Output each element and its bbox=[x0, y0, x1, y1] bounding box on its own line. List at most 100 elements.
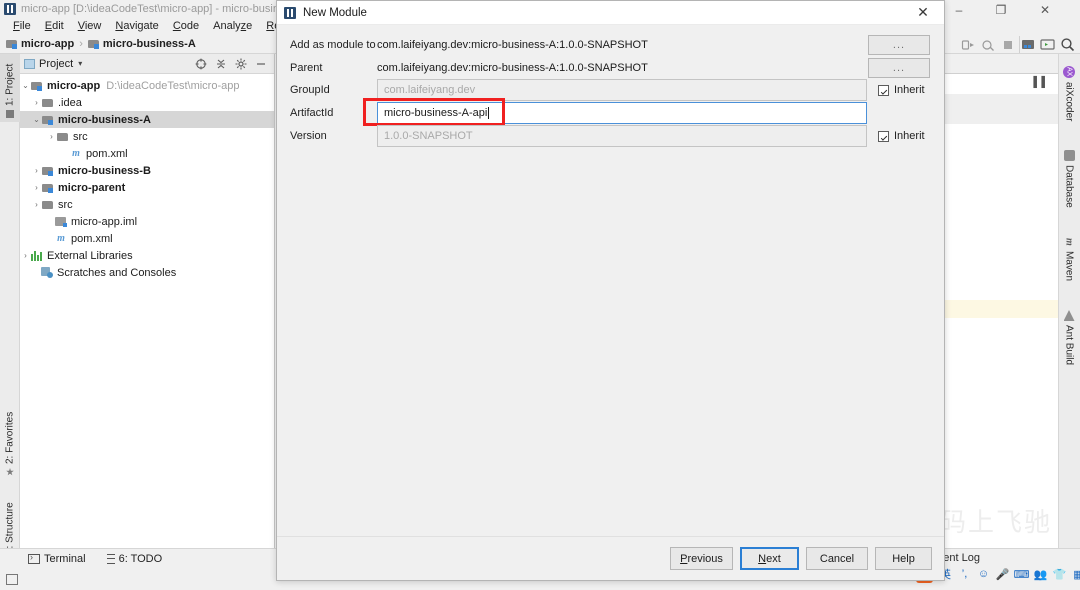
tool-tab-label: aiXcoder bbox=[1063, 82, 1075, 122]
module-icon bbox=[42, 115, 53, 125]
locate-icon[interactable] bbox=[194, 57, 207, 70]
next-button[interactable]: Next bbox=[740, 547, 799, 570]
form-row-parent: Parent com.laifeiyang.dev:micro-business… bbox=[290, 57, 648, 79]
breadcrumb-root[interactable]: micro-app bbox=[21, 38, 74, 50]
project-view-icon bbox=[24, 58, 35, 69]
intellij-logo-icon bbox=[284, 6, 296, 19]
menu-code[interactable]: Code bbox=[166, 18, 206, 35]
tree-node[interactable]: m pom.xml bbox=[20, 145, 274, 162]
previous-button[interactable]: Previous bbox=[670, 547, 733, 570]
field-label: Version bbox=[290, 130, 327, 142]
profile-icon[interactable] bbox=[979, 36, 996, 53]
checkbox-icon bbox=[878, 130, 889, 142]
tree-node[interactable]: › micro-parent bbox=[20, 179, 274, 196]
run-with-coverage-icon[interactable] bbox=[959, 36, 976, 53]
tree-node[interactable]: › .idea bbox=[20, 94, 274, 111]
ime-emoji-icon[interactable]: ☺ bbox=[977, 568, 990, 581]
tree-expand-arrow[interactable]: › bbox=[46, 132, 57, 141]
tree-node[interactable]: › src bbox=[20, 196, 274, 213]
library-icon bbox=[31, 250, 43, 261]
ant-build-icon bbox=[1063, 310, 1075, 321]
tool-tab-project[interactable]: 1: Project bbox=[0, 54, 20, 122]
field-label: Parent bbox=[290, 62, 323, 74]
window-maximize-button[interactable]: ❐ bbox=[984, 0, 1018, 20]
terminal-toggle-icon[interactable] bbox=[1039, 36, 1056, 53]
menu-view[interactable]: View bbox=[71, 18, 109, 35]
ime-microphone-icon[interactable]: 🎤 bbox=[996, 568, 1010, 581]
tree-node[interactable]: m pom.xml bbox=[20, 230, 274, 247]
tool-tab-ant-build[interactable]: Ant Build bbox=[1058, 306, 1080, 378]
menu-analyze[interactable]: Analyze bbox=[206, 18, 259, 35]
ime-user-icon[interactable]: 👥 bbox=[1034, 568, 1048, 581]
tree-expand-arrow[interactable]: › bbox=[31, 200, 42, 209]
ime-skin-icon[interactable]: 👕 bbox=[1053, 568, 1067, 581]
folder-icon bbox=[42, 98, 53, 108]
chevron-down-icon[interactable]: ▾ bbox=[78, 59, 82, 68]
ime-apps-icon[interactable]: ▦ bbox=[1072, 568, 1080, 581]
menu-file[interactable]: File bbox=[6, 18, 38, 35]
field-label: GroupId bbox=[290, 84, 330, 96]
tree-node[interactable]: micro-app.iml bbox=[20, 213, 274, 230]
tree-node[interactable]: › src bbox=[20, 128, 274, 145]
module-icon bbox=[87, 39, 99, 49]
tool-tab-favorites[interactable]: 2: Favorites bbox=[0, 394, 20, 480]
pause-icon[interactable]: ▐▐ bbox=[1030, 77, 1046, 88]
module-icon bbox=[42, 166, 53, 176]
ime-keyboard-icon[interactable]: ⌨ bbox=[1014, 568, 1030, 581]
bottom-tab-terminal[interactable]: Terminal bbox=[28, 552, 86, 565]
project-structure-icon[interactable] bbox=[1019, 36, 1036, 53]
dialog-close-button[interactable]: ✕ bbox=[902, 1, 944, 25]
tree-expand-arrow[interactable]: ⌄ bbox=[31, 115, 42, 124]
iml-file-icon bbox=[55, 216, 67, 227]
tree-node[interactable]: ⌄ micro-app D:\ideaCodeTest\micro-app bbox=[20, 77, 274, 94]
groupid-inherit-checkbox[interactable]: Inherit bbox=[878, 84, 925, 96]
folder-icon bbox=[42, 200, 53, 210]
tree-expand-arrow[interactable]: › bbox=[31, 98, 42, 107]
tool-tab-maven[interactable]: m Maven bbox=[1058, 232, 1080, 296]
status-bar-icon[interactable] bbox=[6, 573, 18, 585]
menu-edit[interactable]: Edit bbox=[38, 18, 71, 35]
version-input[interactable]: 1.0.0-SNAPSHOT bbox=[377, 125, 867, 147]
breadcrumb-current[interactable]: micro-business-A bbox=[103, 38, 196, 50]
maven-file-icon: m bbox=[72, 148, 80, 159]
tree-expand-arrow[interactable]: ⌄ bbox=[20, 81, 31, 90]
checkbox-label: Inherit bbox=[894, 130, 925, 142]
database-icon bbox=[1063, 150, 1075, 161]
maven-file-icon: m bbox=[57, 233, 65, 244]
tree-node[interactable]: ⌄ micro-business-A bbox=[20, 111, 274, 128]
tree-node[interactable]: Scratches and Consoles bbox=[20, 264, 274, 281]
hide-panel-icon[interactable] bbox=[254, 57, 267, 70]
menu-navigate[interactable]: Navigate bbox=[108, 18, 165, 35]
tree-node[interactable]: › micro-business-B bbox=[20, 162, 274, 179]
tree-node[interactable]: › External Libraries bbox=[20, 247, 274, 264]
artifactid-highlight-box bbox=[363, 98, 505, 126]
version-inherit-checkbox[interactable]: Inherit bbox=[878, 130, 925, 142]
tree-node-label: pom.xml bbox=[71, 232, 113, 245]
tree-node-label: src bbox=[73, 130, 88, 143]
dialog-body: Add as module to com.laifeiyang.dev:micr… bbox=[277, 25, 944, 558]
tree-expand-arrow[interactable]: › bbox=[31, 183, 42, 192]
search-icon[interactable] bbox=[1059, 36, 1076, 53]
bottom-tab-todo[interactable]: 6: TODO bbox=[104, 553, 162, 565]
window-minimize-button[interactable]: – bbox=[942, 0, 976, 20]
tool-tab-database[interactable]: Database bbox=[1058, 146, 1080, 222]
parent-browse-button[interactable]: ... bbox=[868, 58, 930, 78]
tree-node-label: External Libraries bbox=[47, 249, 133, 262]
cancel-button[interactable]: Cancel bbox=[806, 547, 868, 570]
maven-icon: m bbox=[1063, 237, 1075, 246]
tree-expand-arrow[interactable]: › bbox=[20, 251, 31, 260]
help-button[interactable]: Help bbox=[875, 547, 932, 570]
add-as-module-to-browse-button[interactable]: ... bbox=[868, 35, 930, 55]
window-close-button[interactable]: ✕ bbox=[1028, 0, 1062, 20]
tree-node-label: Scratches and Consoles bbox=[57, 266, 177, 279]
collapse-all-icon[interactable] bbox=[214, 57, 227, 70]
tool-tab-aixcoder[interactable]: AX aiXcoder bbox=[1058, 62, 1080, 134]
gear-icon[interactable] bbox=[234, 57, 247, 70]
stop-icon[interactable] bbox=[999, 36, 1016, 53]
project-panel-header: Project ▾ bbox=[20, 54, 274, 74]
tree-expand-arrow[interactable]: › bbox=[31, 166, 42, 175]
window-title: micro-app [D:\ideaCodeTest\micro-app] - … bbox=[21, 3, 286, 15]
tree-node-label: pom.xml bbox=[86, 147, 128, 160]
ime-punctuation-icon[interactable]: ’, bbox=[958, 568, 971, 581]
project-panel: Project ▾ ⌄ micro-app D:\ideaCodeTest\mi… bbox=[20, 54, 275, 548]
